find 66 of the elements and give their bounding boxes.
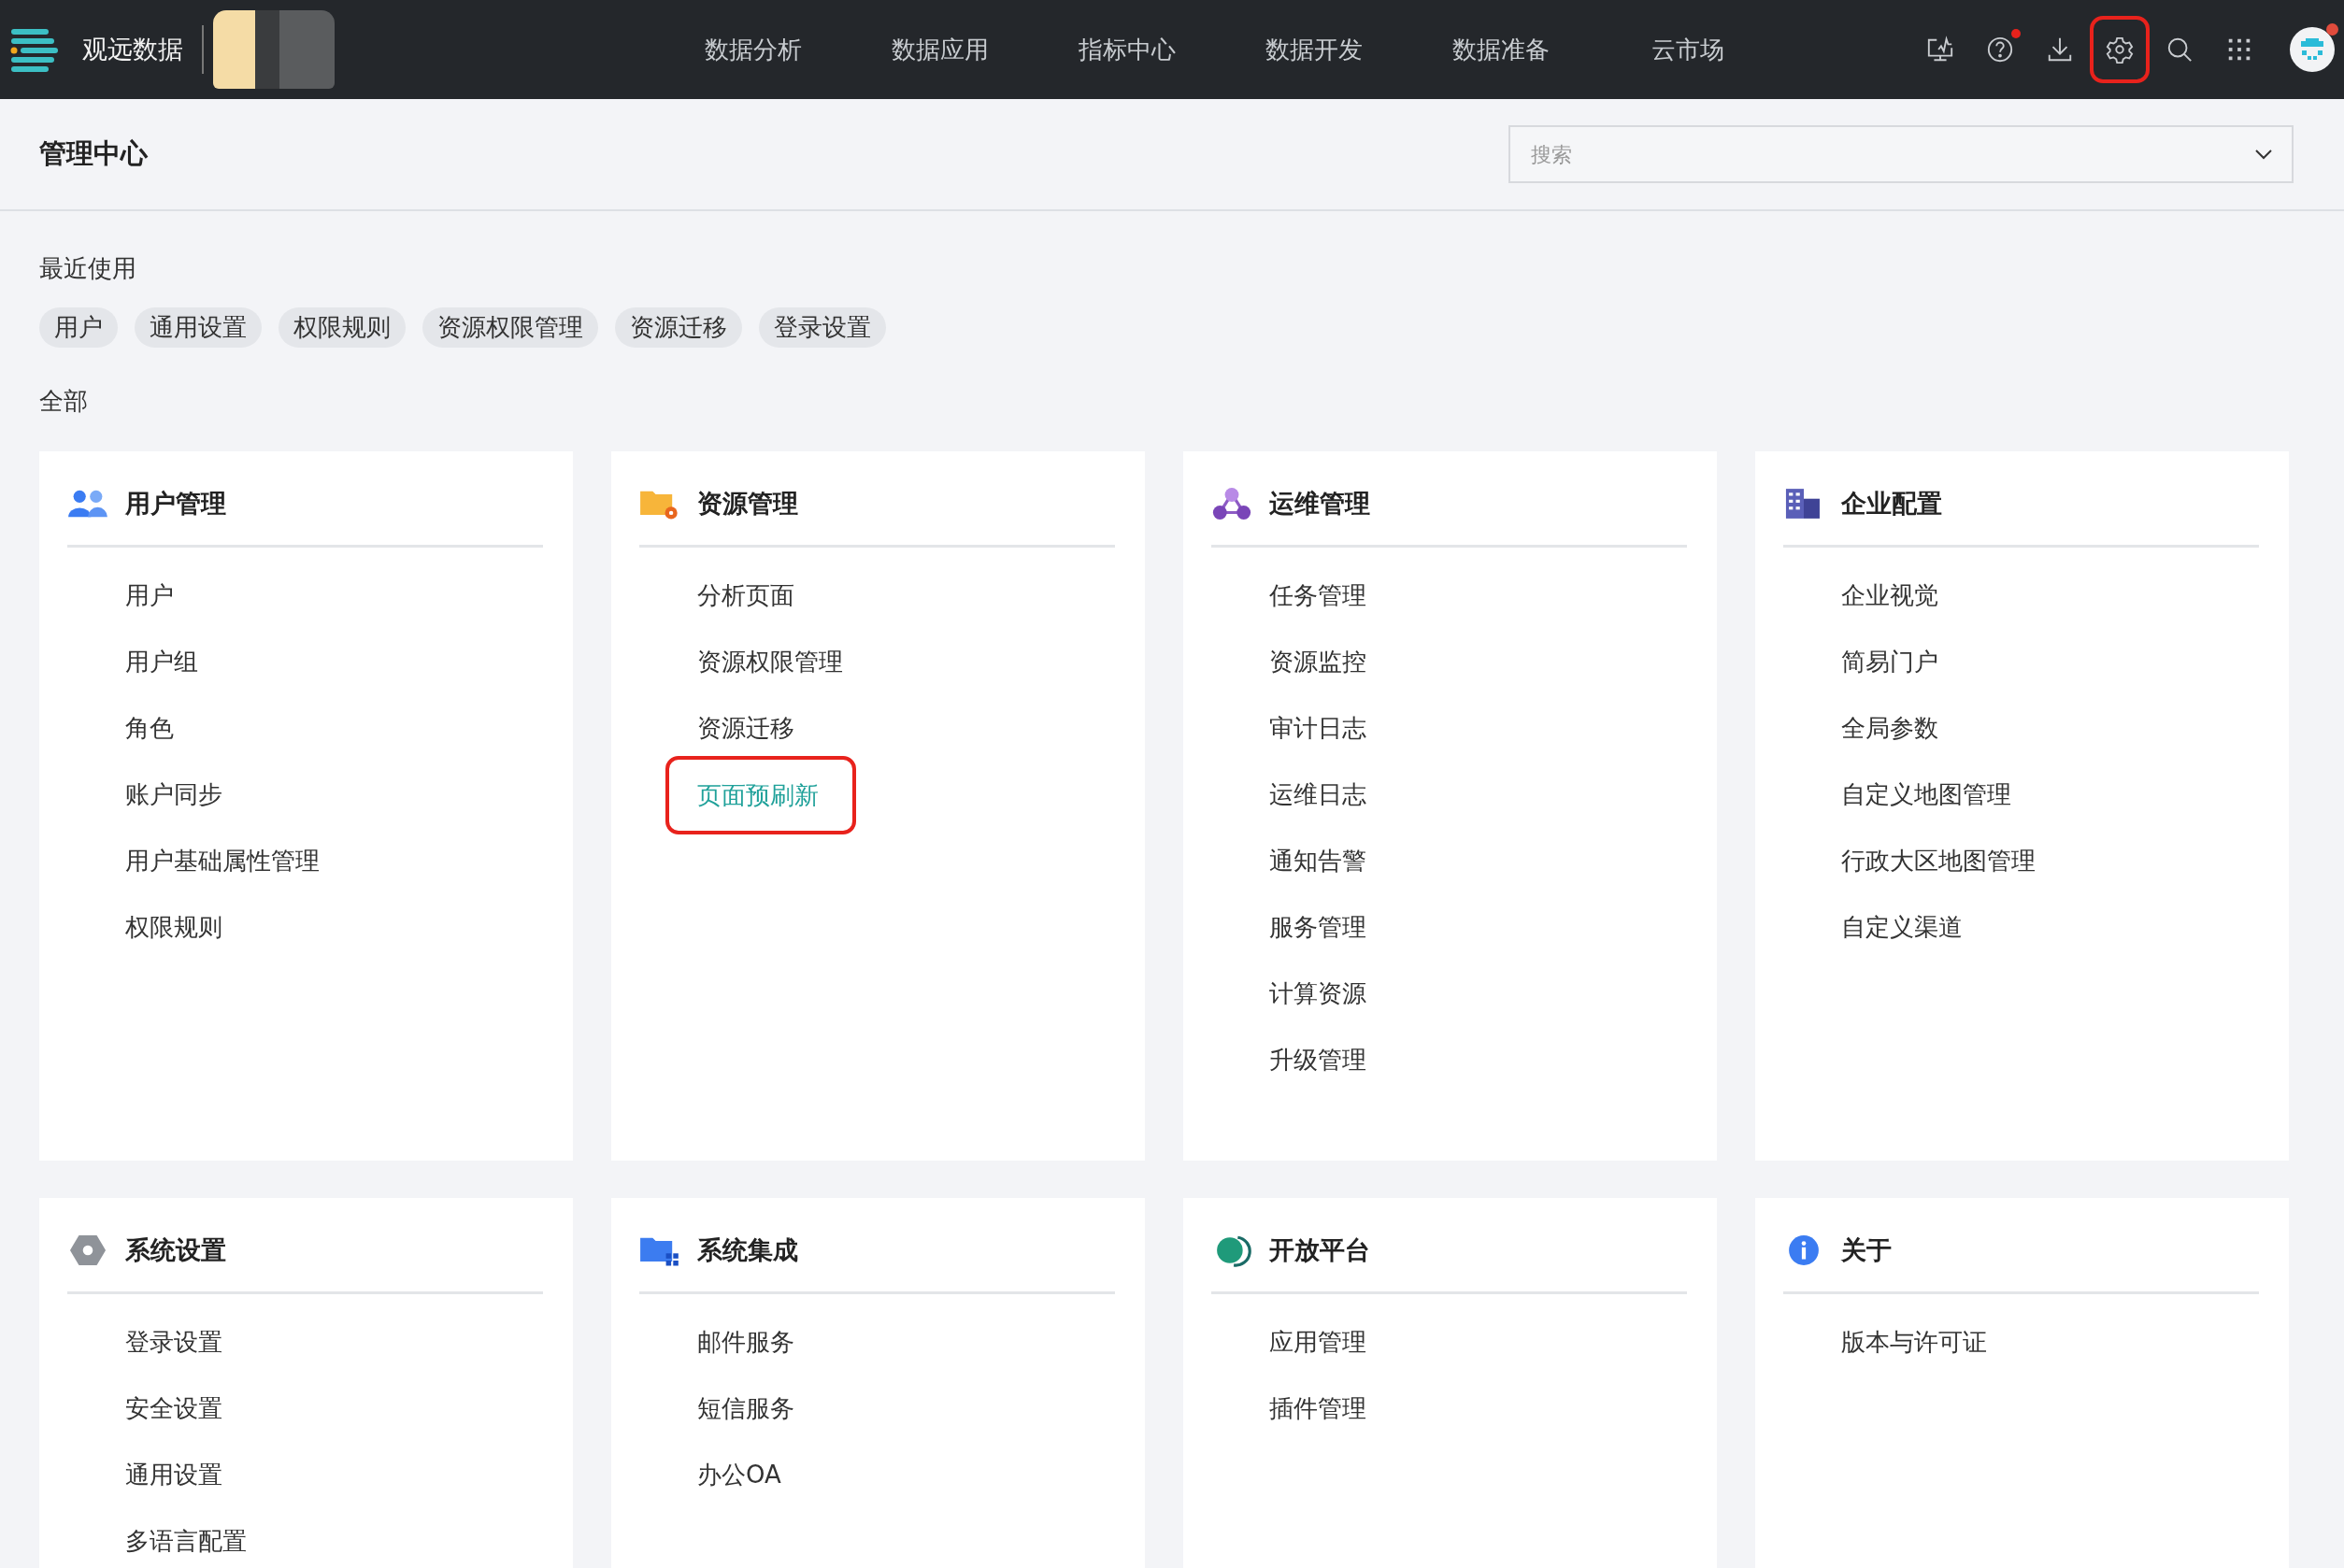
menu-link[interactable]: 办公OA	[697, 1442, 781, 1508]
menu-link[interactable]: 角色	[125, 695, 174, 762]
brand-name: 观远数据	[82, 34, 183, 65]
recent-chip[interactable]: 资源迁移	[615, 307, 742, 348]
menu-link[interactable]: 账户同步	[125, 762, 222, 828]
menu-link[interactable]: 通用设置	[125, 1442, 222, 1508]
nav-tab[interactable]: 数据分析	[660, 33, 847, 66]
card-title: 开放平台	[1269, 1234, 1370, 1266]
recent-chip[interactable]: 用户	[39, 307, 118, 348]
chevron-down-icon[interactable]	[2254, 149, 2273, 160]
menu-link[interactable]: 分析页面	[697, 563, 794, 629]
hexagon-icon	[67, 1233, 108, 1267]
menu-link[interactable]: 全局参数	[1841, 695, 1938, 762]
menu-link[interactable]: 权限规则	[125, 894, 222, 961]
menu-link[interactable]: 安全设置	[125, 1376, 222, 1442]
menu-link[interactable]: 登录设置	[125, 1309, 222, 1376]
nav-tab[interactable]: 数据开发	[1221, 33, 1408, 66]
recent-chip[interactable]: 权限规则	[279, 307, 406, 348]
menu-link[interactable]: 用户组	[125, 629, 198, 695]
card-title: 关于	[1841, 1234, 1892, 1266]
menu-link[interactable]: 行政大区地图管理	[1841, 828, 2036, 894]
menu-link[interactable]: 多语言配置	[125, 1508, 247, 1568]
recent-chip[interactable]: 通用设置	[135, 307, 262, 348]
avatar-icon[interactable]	[2290, 27, 2335, 72]
menu-link[interactable]: 简易门户	[1841, 629, 1938, 695]
nav-tab[interactable]: 指标中心	[1034, 33, 1221, 66]
nav-tab[interactable]: 数据准备	[1408, 33, 1594, 66]
settings-icon[interactable]	[2106, 36, 2134, 64]
menu-link[interactable]: 任务管理	[1269, 563, 1366, 629]
card-title: 企业配置	[1841, 488, 1942, 520]
monitor-pulse-icon[interactable]	[1926, 36, 1954, 64]
card-title: 系统集成	[697, 1234, 798, 1266]
card-title: 资源管理	[697, 488, 798, 520]
card-title: 系统设置	[125, 1234, 226, 1266]
menu-link[interactable]: 邮件服务	[697, 1309, 794, 1376]
recent-chip[interactable]: 登录设置	[759, 307, 886, 348]
menu-link[interactable]: 服务管理	[1269, 894, 1366, 961]
menu-link[interactable]: 自定义地图管理	[1841, 762, 2011, 828]
page-title: 管理中心	[39, 136, 148, 171]
menu-link[interactable]: 版本与许可证	[1841, 1309, 1987, 1376]
menu-link[interactable]: 资源监控	[1269, 629, 1366, 695]
menu-link[interactable]: 用户基础属性管理	[125, 828, 320, 894]
menu-link[interactable]: 升级管理	[1269, 1027, 1366, 1093]
menu-link[interactable]: 通知告警	[1269, 828, 1366, 894]
menu-link[interactable]: 审计日志	[1269, 695, 1366, 762]
menu-link[interactable]: 应用管理	[1269, 1309, 1366, 1376]
section-title: 全部	[39, 386, 89, 417]
menu-link[interactable]: 企业视觉	[1841, 563, 1938, 629]
menu-link[interactable]: 资源权限管理	[697, 629, 843, 695]
menu-link[interactable]: 插件管理	[1269, 1376, 1366, 1442]
menu-link[interactable]: 用户	[125, 563, 174, 629]
nav-tab[interactable]: 云市场	[1594, 33, 1781, 66]
menu-link[interactable]: 运维日志	[1269, 762, 1366, 828]
menu-link[interactable]: 短信服务	[697, 1376, 794, 1442]
menu-link[interactable]: 计算资源	[1269, 961, 1366, 1027]
triangle-nodes-icon	[1211, 487, 1252, 520]
search-field[interactable]: 搜索	[1508, 125, 2294, 183]
recent-chip[interactable]: 资源权限管理	[422, 307, 598, 348]
card-title: 运维管理	[1269, 488, 1370, 520]
card-title: 用户管理	[125, 488, 226, 520]
download-icon[interactable]	[2046, 36, 2074, 64]
section-title: 最近使用	[39, 253, 137, 284]
search-icon[interactable]	[2165, 36, 2194, 64]
menu-link[interactable]: 自定义渠道	[1841, 894, 1963, 961]
help-icon[interactable]	[1986, 36, 2014, 64]
nav-tab[interactable]: 数据应用	[847, 33, 1034, 66]
